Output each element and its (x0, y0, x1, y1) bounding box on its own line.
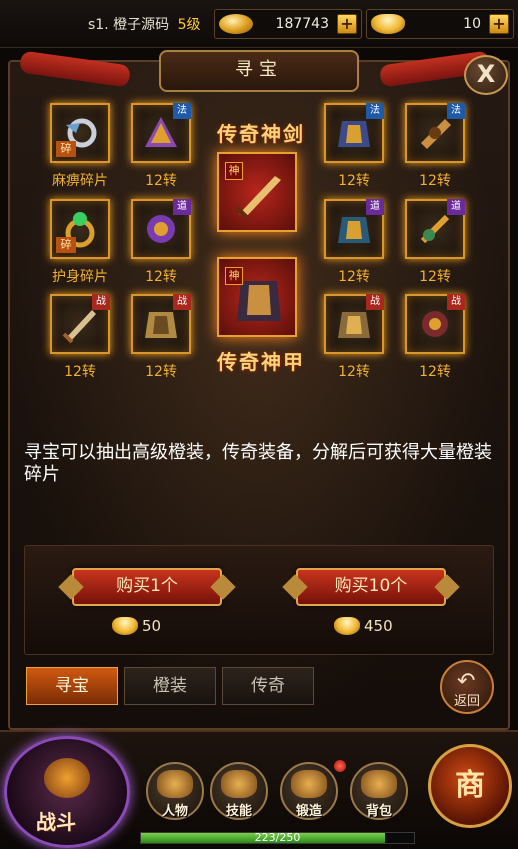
gear-icon (145, 117, 177, 147)
skill-button[interactable]: 技能 (210, 762, 268, 820)
reward-caption: 护身碎片 (52, 269, 108, 285)
gold-ingot-icon (371, 14, 405, 34)
reward-slot[interactable]: 战 (324, 294, 384, 354)
buy-one-price: 50 (142, 617, 162, 635)
gold-counter: 187743 + (214, 9, 362, 39)
reward-slot[interactable]: 碎 (50, 199, 110, 259)
character-icon (157, 770, 193, 798)
shop-button[interactable]: 商 (428, 744, 512, 828)
character-label: 人物 (161, 804, 188, 819)
armor-icon (338, 121, 370, 147)
armor-icon (145, 312, 177, 338)
legend-badge: 神 (225, 162, 243, 180)
reward-slot[interactable]: 战 (131, 294, 191, 354)
fragment-badge: 碎 (56, 141, 76, 157)
fragment-badge: 碎 (56, 237, 76, 253)
reward-caption: 12转 (64, 364, 96, 380)
reward-caption: 12转 (338, 173, 370, 189)
buy-ten-button[interactable]: 购买10个 (296, 568, 446, 606)
ingot-counter: 10 + (366, 9, 514, 39)
class-tag: 战 (173, 294, 191, 310)
reward-caption: 12转 (145, 269, 177, 285)
skill-label: 技能 (225, 804, 252, 819)
class-tag: 道 (366, 199, 384, 215)
sword-icon (62, 310, 96, 344)
scroll-icon (221, 770, 257, 798)
reward-caption: 12转 (145, 364, 177, 380)
notification-dot (334, 760, 346, 772)
battle-label: 战斗 (36, 810, 76, 834)
back-label: 返回 (453, 694, 480, 709)
treasure-description: 寻宝可以抽出高级橙装，传奇装备，分解后可获得大量橙装碎片 (24, 442, 492, 485)
legend-armor-slot[interactable]: 神 (217, 257, 297, 337)
gold-coin-icon (219, 14, 253, 34)
bag-button[interactable]: 背包 (350, 762, 408, 820)
forge-label: 锻造 (295, 804, 322, 819)
forge-button[interactable]: 锻造 (280, 762, 338, 820)
gear-icon (420, 214, 450, 244)
reward-caption: 12转 (338, 364, 370, 380)
panel-title: 寻宝 (159, 50, 359, 92)
class-tag: 道 (173, 199, 191, 215)
reward-slot[interactable]: 法 (405, 103, 465, 163)
reward-slot[interactable]: 战 (405, 294, 465, 354)
ingot-icon (112, 617, 138, 635)
class-tag: 法 (173, 103, 191, 119)
reward-slot[interactable]: 碎 (50, 103, 110, 163)
ingot-icon (334, 617, 360, 635)
gear-icon (422, 311, 448, 337)
reward-caption: 12转 (419, 269, 451, 285)
add-gold-button[interactable]: + (337, 14, 357, 34)
close-button[interactable]: X (464, 55, 508, 95)
reward-slot[interactable]: 战 (50, 294, 110, 354)
bag-label: 背包 (365, 804, 392, 819)
tab-legend[interactable]: 传奇 (222, 667, 314, 705)
reward-slot[interactable]: 法 (131, 103, 191, 163)
character-button[interactable]: 人物 (146, 762, 204, 820)
class-tag: 战 (447, 294, 465, 310)
reward-slot[interactable]: 道 (324, 199, 384, 259)
top-bar: s1. 橙子源码 5级 187743 + 10 + (0, 0, 518, 48)
class-tag: 道 (447, 199, 465, 215)
class-tag: 法 (447, 103, 465, 119)
server-name: s1. 橙子源码 (88, 17, 170, 33)
armor-icon (338, 312, 370, 338)
reward-caption: 12转 (419, 173, 451, 189)
class-tag: 战 (92, 294, 110, 310)
buy-ten-price: 450 (364, 617, 393, 635)
gold-value: 187743 (275, 16, 329, 32)
anvil-icon (291, 770, 327, 798)
reward-caption: 12转 (419, 364, 451, 380)
add-ingot-button[interactable]: + (489, 14, 509, 34)
legend-sword-title: 传奇神剑 (217, 122, 305, 146)
reward-slot[interactable]: 道 (405, 199, 465, 259)
buy-one-button[interactable]: 购买1个 (72, 568, 222, 606)
back-button[interactable]: ↶ 返回 (440, 660, 494, 714)
reward-slot[interactable]: 道 (131, 199, 191, 259)
gear-icon (421, 119, 451, 149)
class-tag: 法 (366, 103, 384, 119)
gear-icon (147, 215, 175, 243)
ingot-value: 10 (463, 16, 481, 32)
bag-icon (361, 770, 397, 798)
player-level: 5级 (177, 17, 201, 33)
armor-icon (338, 217, 370, 243)
battle-emblem-icon (44, 758, 90, 798)
tab-treasure[interactable]: 寻宝 (26, 667, 118, 705)
exp-text: 223/250 (254, 831, 301, 844)
reward-slot[interactable]: 法 (324, 103, 384, 163)
tab-orange-gear[interactable]: 橙装 (124, 667, 216, 705)
legend-badge: 神 (225, 267, 243, 285)
legend-armor-title: 传奇神甲 (217, 350, 305, 374)
exp-bar: 223/250 (140, 831, 415, 844)
legend-sword-slot[interactable]: 神 (217, 152, 297, 232)
reward-caption: 麻痹碎片 (52, 173, 108, 189)
reward-caption: 12转 (338, 269, 370, 285)
reward-caption: 12转 (145, 173, 177, 189)
server-info: s1. 橙子源码 5级 (88, 14, 200, 34)
class-tag: 战 (366, 294, 384, 310)
back-arrow-icon: ↶ (457, 669, 476, 694)
